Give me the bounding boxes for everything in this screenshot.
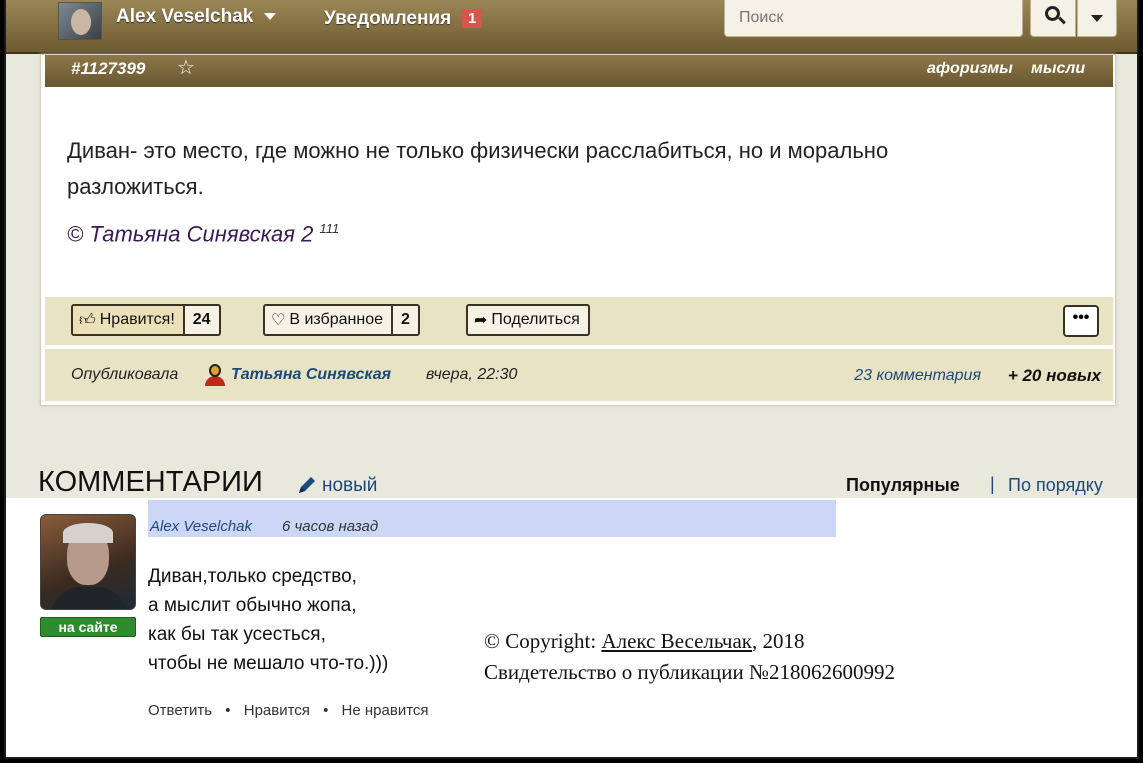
- new-comment-link[interactable]: новый: [322, 475, 377, 497]
- post-signature: © Татьяна Синявская 2 111: [67, 221, 339, 247]
- sort-separator: |: [990, 474, 995, 494]
- notifications-link[interactable]: Уведомления: [324, 8, 451, 30]
- commenter-avatar[interactable]: [40, 514, 136, 610]
- sort-chronological-tab[interactable]: По порядку: [1008, 475, 1103, 496]
- heart-icon: ♡: [271, 312, 286, 329]
- comment-line: как бы так усесться,: [148, 624, 326, 645]
- separator: •: [225, 702, 231, 719]
- publisher-link[interactable]: Татьяна Синявская: [231, 366, 391, 384]
- notifications-count-badge: 1: [462, 9, 483, 28]
- post-card: #1127399 ☆ афоризмы мысли Диван- это мес…: [40, 54, 1116, 406]
- author-rating: 111: [319, 221, 340, 236]
- comment-text: Диван,только средство, а мыслит обычно ж…: [148, 562, 388, 678]
- comment-item: на сайте Alex Veselchak 6 часов назад Ди…: [6, 498, 1137, 757]
- comment-dislike-link[interactable]: Не нравится: [342, 702, 429, 719]
- top-navbar: Alex Veselchak Уведомления 1: [6, 0, 1137, 54]
- page-frame: Alex Veselchak Уведомления 1 #1127399 ☆ …: [4, 0, 1139, 759]
- star-icon[interactable]: ☆: [177, 55, 195, 80]
- post-author-link[interactable]: Татьяна Синявская 2: [89, 221, 313, 246]
- thumbs-up-icon: 👍︎: [79, 311, 96, 329]
- share-button[interactable]: ➦ Поделиться: [466, 304, 590, 336]
- comment-line: а мыслит обычно жопа,: [148, 595, 357, 616]
- more-options-button[interactable]: •••: [1063, 305, 1099, 337]
- post-id[interactable]: #1127399: [71, 59, 145, 79]
- comment-line: Диван,только средство,: [148, 566, 357, 587]
- copyright-author-link[interactable]: Алекс Весельчак: [601, 629, 752, 653]
- chevron-down-icon: [1091, 15, 1103, 22]
- like-button[interactable]: 👍︎ Нравится! 24: [71, 304, 221, 336]
- favorite-label: В избранное: [289, 311, 383, 328]
- user-menu-name[interactable]: Alex Veselchak: [116, 6, 253, 28]
- user-avatar[interactable]: [58, 2, 102, 40]
- share-arrow-icon: ➦: [474, 312, 488, 329]
- favorite-button[interactable]: ♡ В избранное 2: [263, 304, 420, 336]
- separator: •: [323, 702, 329, 719]
- copyright-year: , 2018: [751, 629, 805, 653]
- publish-time: вчера, 22:30: [426, 366, 518, 383]
- share-label: Поделиться: [491, 311, 580, 328]
- publication-certificate: Свидетельство о публикации №218062600992: [484, 660, 896, 684]
- favorite-count: 2: [390, 306, 418, 334]
- post-text: Диван- это место, где можно не только фи…: [67, 138, 889, 199]
- comments-heading: КОММЕНТАРИИ: [38, 466, 263, 498]
- search-input[interactable]: [724, 0, 1023, 37]
- comment-time: 6 часов назад: [282, 518, 379, 535]
- copyright-sign: ©: [67, 221, 84, 247]
- comment-header: Alex Veselchak 6 часов назад: [148, 500, 836, 537]
- pencil-icon[interactable]: [296, 474, 318, 496]
- sort-popular-tab[interactable]: Популярные: [846, 475, 960, 496]
- comments-count-link[interactable]: 23 комментария: [854, 367, 981, 385]
- online-status-badge: на сайте: [40, 617, 136, 637]
- comment-line: чтобы не мешало что-то.))): [148, 653, 389, 674]
- post-actions-bar: 👍︎ Нравится! 24 ♡ В избранное 2 ➦ Подели…: [45, 297, 1113, 345]
- user-icon: [205, 364, 225, 386]
- copyright-block: © Copyright: Алекс Весельчак, 2018 Свиде…: [484, 626, 895, 688]
- search-options-dropdown[interactable]: [1077, 0, 1117, 37]
- like-count: 24: [182, 306, 219, 334]
- search-button[interactable]: [1030, 0, 1076, 37]
- comment-author-link[interactable]: Alex Veselchak: [150, 518, 252, 535]
- post-meta-bar: Опубликовала Татьяна Синявская вчера, 22…: [45, 349, 1113, 401]
- post-header: #1127399 ☆ афоризмы мысли: [45, 55, 1113, 87]
- tag-link[interactable]: мысли: [1031, 60, 1085, 78]
- comment-actions: Ответить • Нравится • Не нравится: [148, 702, 429, 719]
- chevron-down-icon[interactable]: [264, 13, 276, 20]
- new-comments-count[interactable]: + 20 новых: [1008, 366, 1101, 386]
- like-label: Нравится!: [99, 311, 175, 328]
- comment-like-link[interactable]: Нравится: [244, 702, 310, 719]
- tag-link[interactable]: афоризмы: [927, 60, 1013, 78]
- copyright-prefix: © Copyright:: [484, 629, 597, 653]
- published-label: Опубликовала: [71, 366, 179, 383]
- reply-link[interactable]: Ответить: [148, 702, 212, 719]
